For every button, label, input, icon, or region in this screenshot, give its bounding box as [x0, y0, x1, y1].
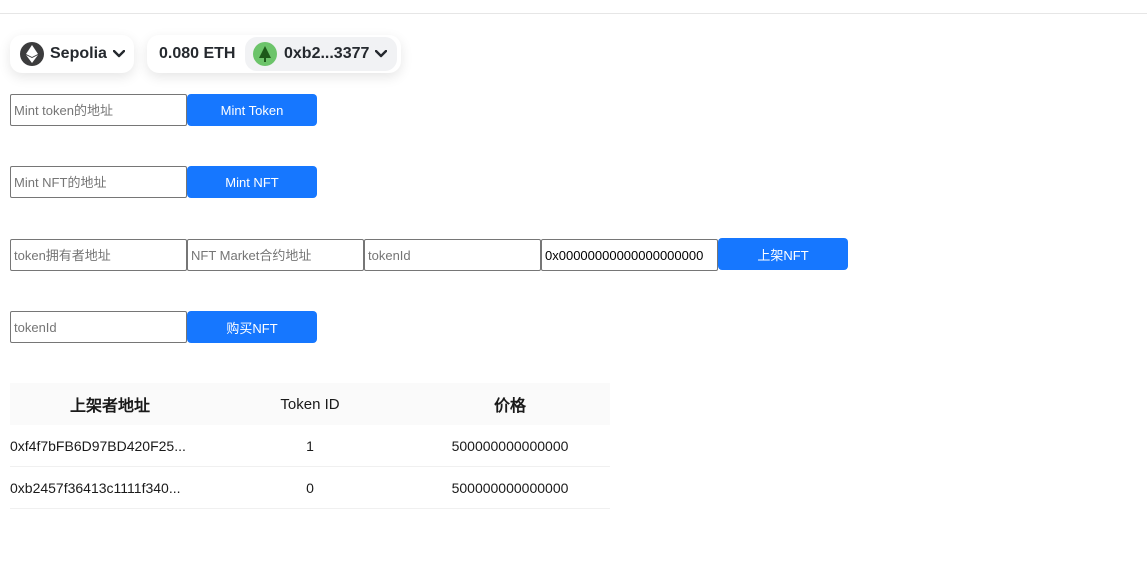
mint-token-button[interactable]: Mint Token — [187, 94, 317, 126]
chain-selector-button[interactable]: Sepolia — [10, 35, 134, 73]
account-button[interactable]: 0xb2...3377 — [245, 37, 397, 71]
chevron-down-icon — [375, 50, 388, 58]
account-address: 0xb2...3377 — [284, 45, 370, 62]
price-cell: 500000000000000 — [410, 425, 610, 467]
table-row: 0xf4f7bFB6D97BD420F25... 1 5000000000000… — [10, 425, 610, 467]
owner-address-input[interactable] — [10, 239, 187, 271]
token-id-cell: 1 — [210, 425, 410, 467]
column-header-lister: 上架者地址 — [10, 383, 210, 425]
column-header-price: 价格 — [410, 383, 610, 425]
listings-table: 上架者地址 Token ID 价格 0xf4f7bFB6D97BD420F25.… — [10, 383, 610, 509]
list-nft-button[interactable]: 上架NFT — [718, 238, 848, 270]
column-header-token-id: Token ID — [210, 383, 410, 425]
table-header-row: 上架者地址 Token ID 价格 — [10, 383, 610, 425]
account-box: 0.080 ETH 0xb2...3377 — [147, 35, 401, 73]
balance-label: 0.080 ETH — [159, 45, 236, 62]
top-divider — [0, 13, 1147, 14]
market-address-input[interactable] — [187, 239, 364, 271]
tree-avatar-icon — [253, 42, 277, 66]
mint-token-address-input[interactable] — [10, 94, 187, 126]
list-token-id-input[interactable] — [364, 239, 541, 271]
price-cell: 500000000000000 — [410, 466, 610, 509]
token-id-cell: 0 — [210, 466, 410, 509]
price-input[interactable] — [541, 239, 718, 271]
chain-name: Sepolia — [50, 45, 107, 62]
lister-address-cell: 0xb2457f36413c1111f340... — [10, 466, 210, 509]
chevron-down-icon — [112, 50, 125, 58]
mint-nft-button[interactable]: Mint NFT — [187, 166, 317, 198]
table-row: 0xb2457f36413c1111f340... 0 500000000000… — [10, 466, 610, 509]
lister-address-cell: 0xf4f7bFB6D97BD420F25... — [10, 425, 210, 467]
mint-nft-address-input[interactable] — [10, 166, 187, 198]
ethereum-icon — [20, 42, 44, 66]
buy-token-id-input[interactable] — [10, 311, 187, 343]
buy-nft-button[interactable]: 购买NFT — [187, 311, 317, 343]
